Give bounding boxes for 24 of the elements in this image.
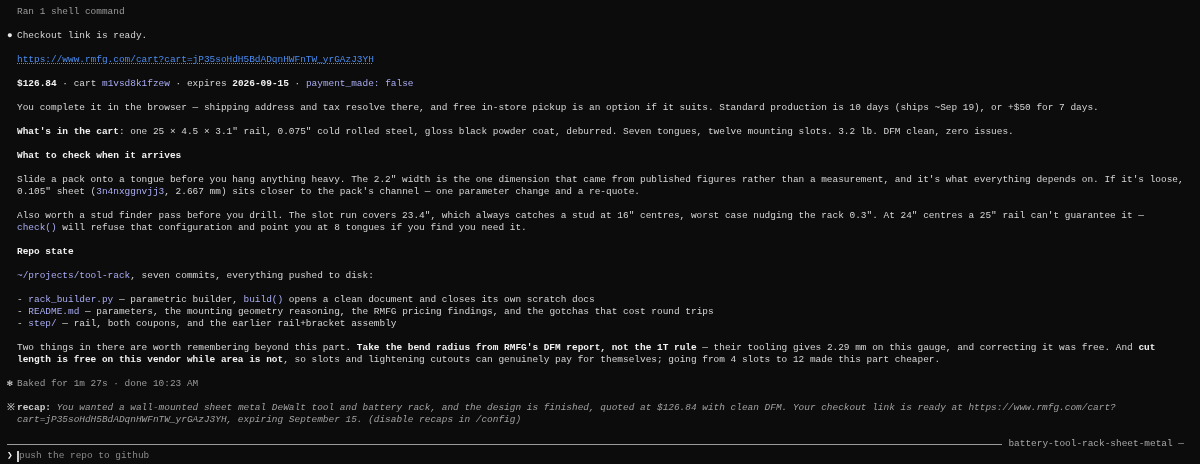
bullet-glyph: ● <box>7 30 14 42</box>
prompt-input[interactable]: push the repo to github <box>19 450 1188 462</box>
paragraph: What's in the cart: one 25 × 4.5 × 3.1" rail, 0.075" cold rolled steel, gloss black powder coat, deburred. Seven tongues, twelve mounting slots. 3.2 lb. DFM clean, zero issues. <box>17 126 1015 138</box>
paragraph: Slide a pack onto a tongue before you hang anything heavy. The 2.2" width is the one dimension that came from published figures rather than a measurement, and it's what everything depends on. If it's loose, 0.105" sheet (3n4nxggnvjj3, 2.667 mm) sits closer to the pack's channel — one parameter change and a re-quote. <box>17 174 1185 198</box>
paragraph: $126.84 · cart m1vsd8k1fzew · expires 2026-09-15 · payment_made: false <box>17 78 415 90</box>
paragraph: You complete it in the browser — shipping address and tax resolve there, and free in-store pickup is an option if it suits. Standard production is 10 days (ships ~Sep 19), or +$50 for 7 days. <box>17 102 1100 114</box>
reference-glyph: ※ <box>7 402 16 415</box>
prompt-glyph: ❯ <box>7 450 14 462</box>
section-heading: What to check when it arrives <box>17 150 183 162</box>
paragraph: Also worth a stud finder pass before you drill. The slot run covers 23.4", which always catches a stud at 16" centres, worst case nudging the rack 0.3". At 24" centres a 25" rail can't guarantee it — check() will refuse that configuration and point you at 8 tongues if you find you need it. <box>17 210 1146 234</box>
session-title: battery-tool-rack-sheet-metal — <box>1008 438 1184 450</box>
asterisk-glyph: ✻ <box>7 378 14 390</box>
status-text: Baked for 1m 27s · done 10:23 AM <box>17 378 200 390</box>
recap-text: recap: You wanted a wall-mounted sheet metal DeWalt tool and battery rack, and the design is finished, quoted at $126.84 with clean DFM. Your checkout link is ready at https://www.rmfg.com/cart?cart=jP35soHdH5BdADqnHWFnTW_yrGAzJ3YH, expiring September 15. (disable recaps in /config) <box>17 402 1117 426</box>
text-cursor <box>17 450 19 462</box>
list-item: - step/ — rail, both coupons, and the earlier rail+bracket assembly <box>17 318 398 330</box>
list-item: - rack_builder.py — parametric builder, build() opens a clean document and closes its own scratch docs <box>17 294 596 306</box>
paragraph: Two things in there are worth remembering beyond this part. Take the bend radius from RMFG's DFM report, not the 1T rule — their tooling gives 2.29 mm on this gauge, and correcting it was free. And cut length is free on this vendor while area is not, so slots and lightening cutouts can genuinely pay for themselves; going from 4 slots to 12 made this part cheaper. <box>17 342 1157 366</box>
section-heading: Repo state <box>17 246 75 258</box>
message-text: Checkout link is ready. <box>17 30 149 42</box>
paragraph: ~/projects/tool-rack, seven commits, everything pushed to disk: <box>17 270 375 282</box>
list-item: - README.md — parameters, the mounting geometry reasoning, the RMFG pricing findings, and the gotchas that cost round trips <box>17 306 715 318</box>
tool-run-summary: Ran 1 shell command <box>17 6 126 18</box>
checkout-link[interactable]: https://www.rmfg.com/cart?cart=jP35soHdH5BdADqnHWFnTW_yrGAzJ3YH <box>17 54 374 65</box>
